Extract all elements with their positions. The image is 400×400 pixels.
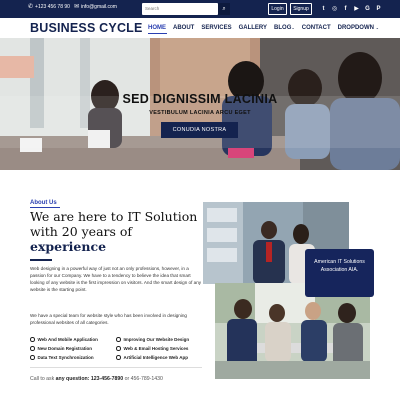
feature-item: Web And Mobile Application	[30, 336, 116, 343]
circle-check-icon	[30, 346, 35, 351]
signup-button[interactable]: Signup	[290, 3, 312, 15]
social-links: t ◎ f ▶ G P	[320, 3, 382, 15]
feature-label: Improving Our Website Design	[123, 337, 190, 342]
circle-check-icon	[116, 337, 121, 342]
eyebrow-underline	[30, 207, 60, 208]
nav-about[interactable]: ABOUT	[173, 25, 194, 31]
section-eyebrow: About Us	[30, 200, 57, 206]
nav-blog-label: BLOG	[274, 25, 292, 31]
about-paragraph-1: Web designing in a powerful way of just …	[30, 266, 202, 292]
divider	[30, 367, 202, 368]
nav-dropdown-label: DROPDOWN	[337, 25, 374, 31]
facebook-icon[interactable]: f	[342, 3, 349, 15]
phone-icon: ✆	[28, 4, 34, 10]
call-line: Call to ask any question: 123-456-7890 o…	[30, 376, 163, 382]
email-contact[interactable]: ✉ info@gmail.com	[74, 4, 117, 10]
login-button[interactable]: Login	[268, 3, 287, 15]
hero-subtitle: VESTIBULUM LACINIA ARCU EGET	[149, 110, 251, 116]
heading-divider	[30, 259, 52, 261]
feature-item: Artificial Intelligence Web App	[116, 354, 202, 361]
team-photo-meeting	[215, 283, 370, 379]
google-plus-icon[interactable]: G	[364, 3, 371, 15]
phone-number: +123 456 78 90	[35, 4, 70, 10]
feature-label: Web & Email Hosting Services	[123, 346, 189, 351]
hero-title: SED DIGNISSIM LACINIA	[122, 92, 278, 106]
instagram-icon[interactable]: ◎	[331, 3, 338, 15]
nav-contact[interactable]: CONTACT	[302, 25, 331, 31]
site-logo[interactable]: BUSINESS CYCLE	[30, 21, 143, 35]
feature-list: Web And Mobile Application Improving Our…	[30, 336, 202, 361]
about-heading: We are here to IT Solution with 20 years…	[30, 209, 205, 254]
email-address: info@gmail.com	[81, 4, 117, 10]
feature-item: Data Text Synchronization	[30, 354, 116, 361]
feature-label: Artificial Intelligence Web App	[123, 355, 189, 360]
hero-cta-button[interactable]: CONUDIA NOSTRA	[161, 122, 238, 138]
nav-home[interactable]: HOME	[148, 25, 166, 31]
heading-main: We are here to IT Solution with 20 years…	[30, 209, 198, 239]
mail-icon: ✉	[74, 4, 80, 10]
top-bar: ✆ +123 456 78 90 ✉ info@gmail.com Search…	[0, 0, 400, 18]
about-paragraph-2: We have a special team for website style…	[30, 313, 187, 325]
call-phone-primary[interactable]: any question: 123-456-7890	[56, 376, 123, 382]
circle-check-icon	[116, 346, 121, 351]
nav-blog[interactable]: BLOG⌄	[274, 25, 295, 31]
team-photo-meeting-art	[215, 283, 370, 379]
feature-item: New Domain Registration	[30, 345, 116, 352]
nav-dropdown[interactable]: DROPDOWN ⌄	[338, 25, 379, 31]
youtube-icon[interactable]: ▶	[353, 3, 360, 15]
chevron-down-icon: ⌄	[375, 25, 379, 30]
circle-check-icon	[30, 337, 35, 342]
nav-services[interactable]: SERVICES	[201, 25, 231, 31]
nav-active-indicator	[148, 33, 167, 35]
circle-check-icon	[116, 355, 121, 360]
nav-gallery[interactable]: GALLERY	[239, 25, 267, 31]
search-icon[interactable]: ⌕	[218, 3, 230, 15]
association-badge: American IT Solutions Association AIA.	[305, 249, 374, 297]
twitter-icon[interactable]: t	[320, 3, 327, 15]
feature-item: Web & Email Hosting Services	[116, 345, 202, 352]
feature-label: Data Text Synchronization	[37, 355, 94, 360]
heading-accent: experience	[30, 239, 107, 254]
chevron-down-icon: ⌄	[291, 25, 295, 30]
call-phone-secondary[interactable]: or 456-789-1430	[123, 376, 163, 382]
pinterest-icon[interactable]: P	[375, 3, 382, 15]
circle-check-icon	[30, 355, 35, 360]
call-prefix: Call to ask	[30, 376, 56, 382]
phone-contact[interactable]: ✆ +123 456 78 90	[28, 4, 70, 10]
search-input[interactable]: Search	[142, 3, 218, 15]
feature-label: Web And Mobile Application	[37, 337, 98, 342]
hero-banner: SED DIGNISSIM LACINIA VESTIBULUM LACINIA…	[0, 38, 400, 170]
feature-item: Improving Our Website Design	[116, 336, 202, 343]
feature-label: New Domain Registration	[37, 346, 93, 351]
main-nav: HOME ABOUT SERVICES GALLERY BLOG⌄ CONTAC…	[148, 25, 379, 31]
